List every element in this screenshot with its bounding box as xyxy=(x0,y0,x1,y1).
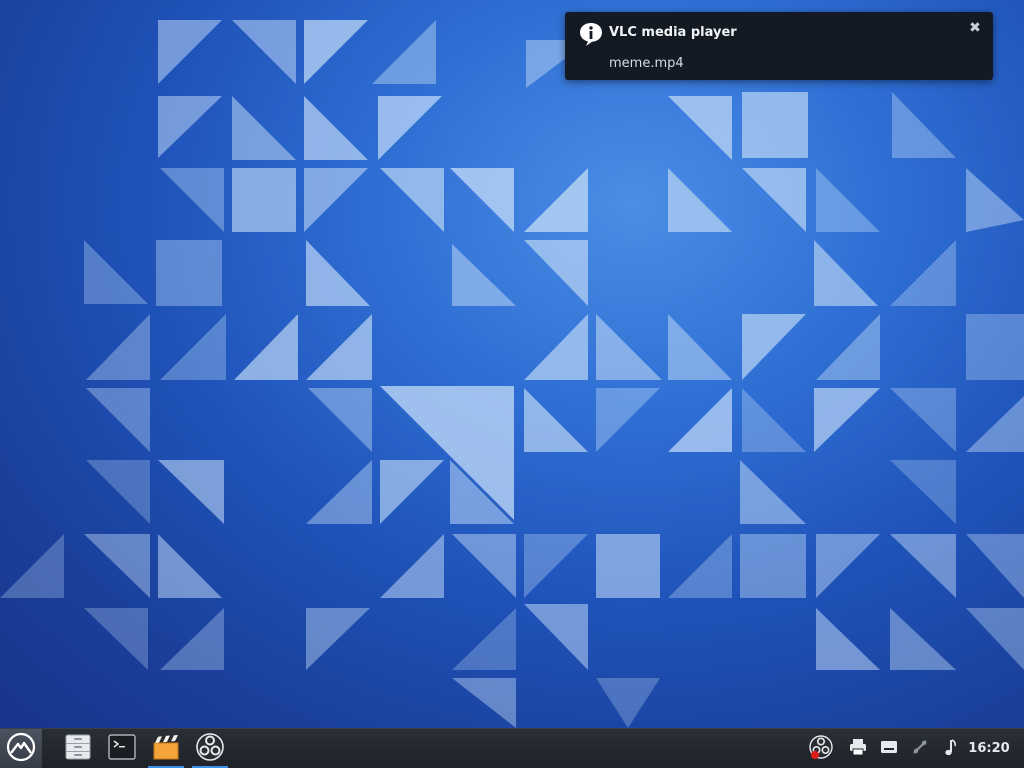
tray-keyboard[interactable] xyxy=(874,729,904,768)
notification-popup[interactable]: VLC media player meme.mp4 ✖ xyxy=(565,12,993,80)
printer-icon xyxy=(848,737,868,761)
network-icon xyxy=(910,737,930,761)
close-icon[interactable]: ✖ xyxy=(967,20,983,36)
file-cabinet-icon xyxy=(63,732,93,766)
tray-volume[interactable] xyxy=(935,729,965,768)
tray-network[interactable] xyxy=(905,729,935,768)
desktop: VLC media player meme.mp4 ✖ xyxy=(0,0,1024,728)
clapperboard-icon xyxy=(151,732,181,766)
tray-obs-recording[interactable] xyxy=(806,729,836,768)
music-note-icon xyxy=(940,737,960,761)
wallpaper-triangles xyxy=(0,20,1024,728)
clock[interactable]: 16:20 xyxy=(966,729,1012,768)
info-icon xyxy=(577,20,605,48)
mountain-logo-icon xyxy=(6,732,36,766)
task-obs[interactable] xyxy=(188,729,232,768)
start-menu-button[interactable] xyxy=(0,729,42,768)
obs-recording-icon xyxy=(808,734,834,764)
task-vlc[interactable] xyxy=(144,729,188,768)
tray-printer[interactable] xyxy=(843,729,873,768)
task-terminal[interactable] xyxy=(100,729,144,768)
terminal-icon xyxy=(107,732,137,766)
taskbar: 16:20 xyxy=(0,728,1024,768)
obs-icon xyxy=(195,732,225,766)
notification-title: VLC media player xyxy=(609,25,737,40)
keyboard-icon xyxy=(879,737,899,761)
task-files[interactable] xyxy=(56,729,100,768)
notification-body: meme.mp4 xyxy=(609,56,684,71)
